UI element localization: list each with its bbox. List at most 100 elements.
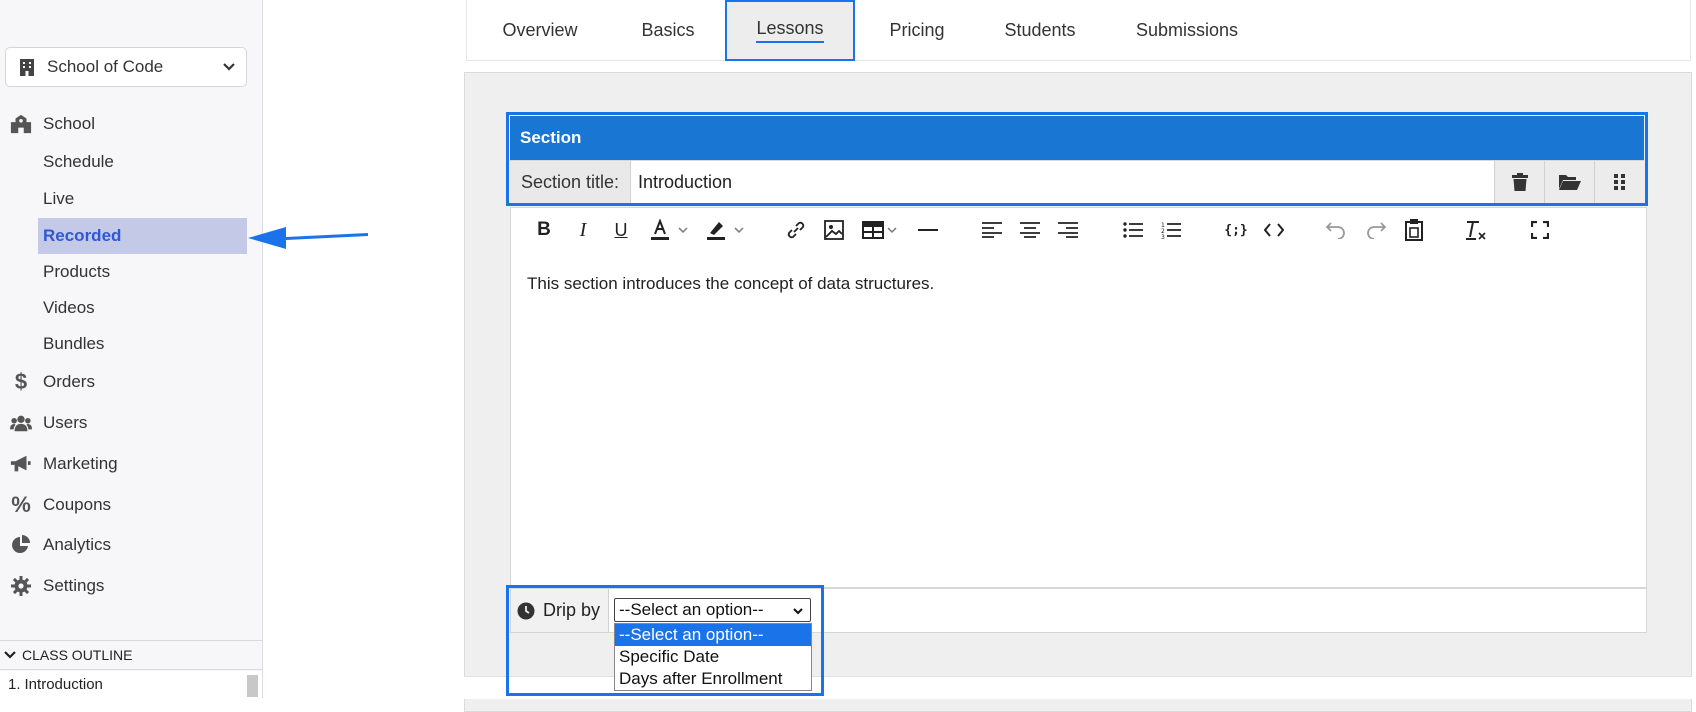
tab-pricing-label: Pricing: [889, 20, 945, 40]
bulleted-list-button[interactable]: [1121, 217, 1145, 243]
align-center-icon: [1020, 222, 1040, 238]
tab-lessons[interactable]: Lessons: [725, 0, 855, 61]
bulleted-list-icon: [1123, 222, 1143, 238]
sidebar: School of Code School Schedule Live Reco…: [0, 0, 263, 698]
megaphone-icon: [10, 454, 32, 474]
source-code-button[interactable]: [1261, 217, 1287, 243]
clear-formatting-icon: [1466, 221, 1486, 240]
chevron-down-icon: [223, 63, 235, 71]
course-tabs: Overview Basics Lessons Pricing Students…: [466, 0, 1691, 61]
users-icon: [10, 413, 32, 433]
numbered-list-icon: 123: [1161, 222, 1181, 239]
horizontal-line-button[interactable]: [915, 217, 941, 243]
highlight-color-button[interactable]: [701, 217, 749, 243]
code-braces-icon: {;}: [1224, 222, 1248, 238]
sidebar-item-products[interactable]: Products: [38, 254, 247, 290]
bold-button[interactable]: B: [532, 217, 556, 243]
table-icon: [862, 221, 884, 239]
school-icon: [10, 114, 32, 134]
sidebar-item-bundles[interactable]: Bundles: [38, 326, 247, 362]
chevron-down-icon: [734, 227, 744, 234]
tab-lessons-label: Lessons: [756, 18, 824, 43]
tab-overview-label: Overview: [502, 20, 578, 40]
pie-chart-icon: [10, 535, 32, 555]
tab-overview[interactable]: Overview: [467, 0, 613, 61]
italic-button[interactable]: I: [571, 217, 595, 243]
redo-button[interactable]: [1364, 217, 1388, 243]
drip-highlight-box: [506, 585, 824, 696]
underline-button[interactable]: U: [609, 217, 633, 243]
rich-text-editor[interactable]: This section introduces the concept of d…: [510, 252, 1647, 588]
nav-item-analytics[interactable]: Analytics: [0, 528, 111, 562]
sidebar-item-live-label: Live: [43, 189, 75, 208]
nav-item-orders[interactable]: $ Orders: [0, 365, 95, 399]
sidebar-item-live[interactable]: Live: [38, 181, 247, 217]
align-right-button[interactable]: [1056, 217, 1080, 243]
fullscreen-icon: [1531, 221, 1549, 239]
editor-content[interactable]: This section introduces the concept of d…: [527, 274, 934, 294]
image-icon: [824, 220, 844, 240]
sidebar-item-recorded[interactable]: Recorded: [38, 218, 247, 254]
image-button[interactable]: [821, 217, 847, 243]
tab-basics-label: Basics: [641, 20, 695, 40]
paste-button[interactable]: [1402, 217, 1426, 243]
tab-submissions-label: Submissions: [1135, 20, 1239, 40]
sidebar-item-recorded-label: Recorded: [43, 226, 122, 245]
outline-item-number: 1.: [8, 676, 21, 693]
nav-item-analytics-label: Analytics: [43, 535, 112, 554]
sidebar-item-schedule[interactable]: Schedule: [38, 144, 247, 180]
nav-item-users[interactable]: Users: [0, 406, 87, 440]
tab-basics[interactable]: Basics: [613, 0, 723, 61]
align-right-icon: [1058, 222, 1078, 238]
sidebar-item-videos-label: Videos: [43, 298, 95, 317]
link-icon: [787, 221, 805, 239]
text-color-icon: [651, 219, 669, 240]
annotation-arrow-left: [248, 227, 368, 249]
nav-item-school-label: School: [43, 114, 95, 133]
chevron-down-icon: [678, 227, 688, 234]
text-color-button[interactable]: [645, 217, 693, 243]
nav-item-users-label: Users: [43, 413, 88, 432]
chevron-down-icon: [887, 227, 897, 234]
sidebar-item-videos[interactable]: Videos: [38, 290, 247, 326]
link-button[interactable]: [783, 217, 809, 243]
tab-pricing[interactable]: Pricing: [857, 0, 977, 61]
table-button[interactable]: [859, 217, 901, 243]
bold-icon: B: [537, 219, 551, 240]
section-highlight-box: [506, 112, 1648, 206]
school-selector-label: School of Code: [47, 57, 164, 76]
undo-button[interactable]: [1324, 217, 1348, 243]
class-outline-header[interactable]: CLASS OUTLINE: [0, 640, 262, 670]
fullscreen-button[interactable]: [1527, 217, 1553, 243]
code-block-button[interactable]: {;}: [1223, 217, 1249, 243]
scrollbar[interactable]: [247, 675, 258, 697]
align-left-button[interactable]: [980, 217, 1004, 243]
numbered-list-button[interactable]: 123: [1159, 217, 1183, 243]
clipboard-icon: [1405, 219, 1423, 241]
nav-item-settings-label: Settings: [43, 576, 105, 595]
nav-item-school[interactable]: School: [0, 107, 95, 141]
dollar-icon: $: [14, 369, 28, 394]
nav-item-coupons[interactable]: % Coupons: [0, 488, 111, 522]
nav-item-marketing[interactable]: Marketing: [0, 447, 118, 481]
highlight-icon: [707, 222, 725, 240]
building-icon: [20, 59, 34, 76]
align-center-button[interactable]: [1018, 217, 1042, 243]
clear-formatting-button[interactable]: [1462, 217, 1488, 243]
nav-item-marketing-label: Marketing: [43, 454, 118, 473]
sidebar-item-schedule-label: Schedule: [43, 152, 114, 171]
gear-icon: [10, 576, 32, 596]
outline-item-label: Introduction: [24, 676, 103, 693]
tab-students[interactable]: Students: [977, 0, 1103, 61]
undo-icon: [1326, 222, 1345, 239]
nav-item-coupons-label: Coupons: [43, 495, 112, 514]
class-outline-title: CLASS OUTLINE: [22, 647, 133, 663]
horizontal-rule-icon: [918, 229, 938, 231]
school-selector[interactable]: School of Code: [5, 47, 247, 87]
svg-text:3: 3: [1161, 234, 1165, 239]
outline-item[interactable]: 1. Introduction: [0, 671, 262, 698]
underline-icon: U: [614, 219, 628, 240]
chevron-down-icon: [4, 651, 16, 659]
nav-item-settings[interactable]: Settings: [0, 569, 104, 603]
tab-submissions[interactable]: Submissions: [1103, 0, 1271, 61]
